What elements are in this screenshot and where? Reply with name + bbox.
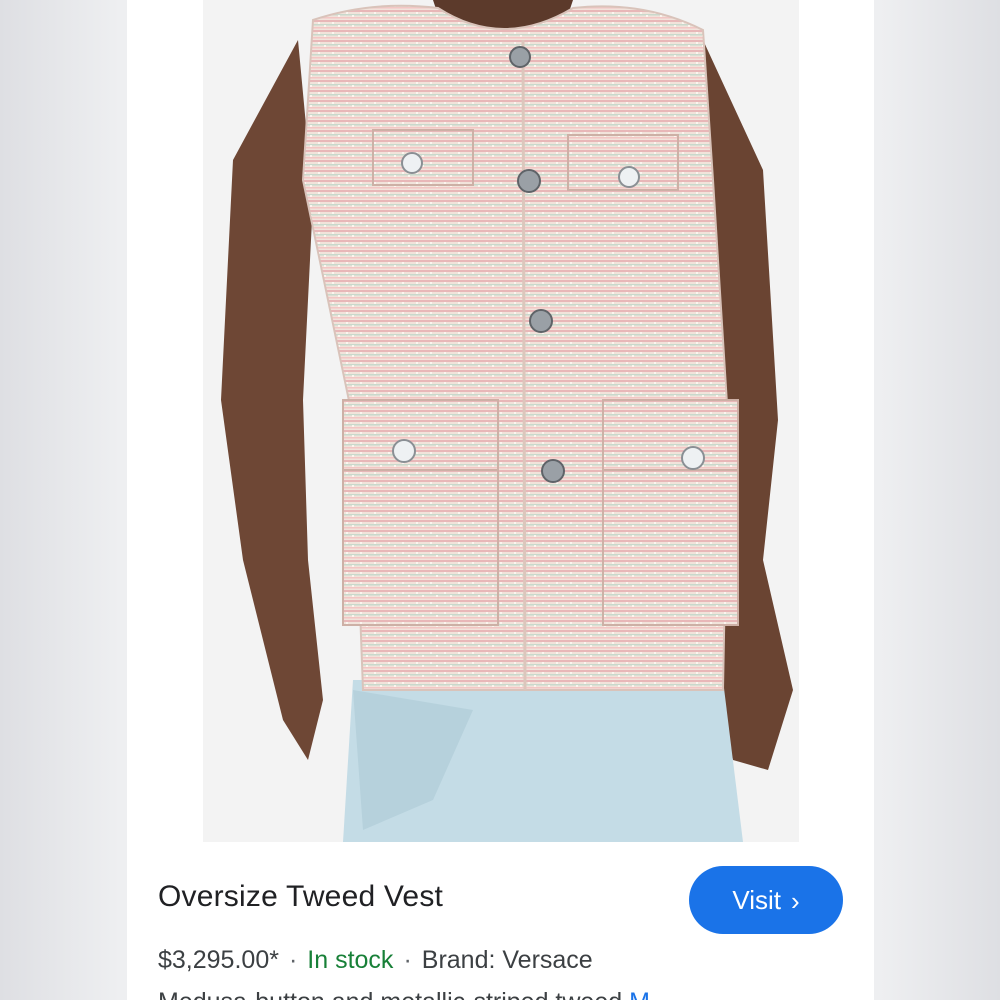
product-image[interactable] [203, 0, 799, 842]
stock-status: In stock [307, 946, 394, 974]
separator-dot: · [403, 946, 412, 974]
product-meta-row: $3,295.00* · In stock · Brand: Versace [158, 946, 593, 975]
product-photo-illustration [203, 0, 799, 842]
product-brand: Brand: Versace [421, 946, 593, 974]
product-info-panel: Oversize Tweed Vest Visit › $3,295.00* · I… [127, 842, 874, 1000]
description-text: Medusa-button and metallic-striped tweed [158, 988, 622, 1000]
visit-button[interactable]: Visit › [689, 866, 843, 934]
separator-dot: · [288, 946, 298, 974]
product-title[interactable]: Oversize Tweed Vest [158, 880, 443, 914]
more-link[interactable]: M [629, 988, 650, 1000]
product-price: $3,295.00* [158, 946, 279, 974]
chevron-right-icon: › [790, 885, 800, 916]
product-card[interactable]: Oversize Tweed Vest Visit › $3,295.00* · I… [127, 0, 874, 1000]
visit-button-label: Visit [732, 884, 781, 915]
product-description: Medusa-button and metallic-striped tweed… [158, 988, 650, 1000]
